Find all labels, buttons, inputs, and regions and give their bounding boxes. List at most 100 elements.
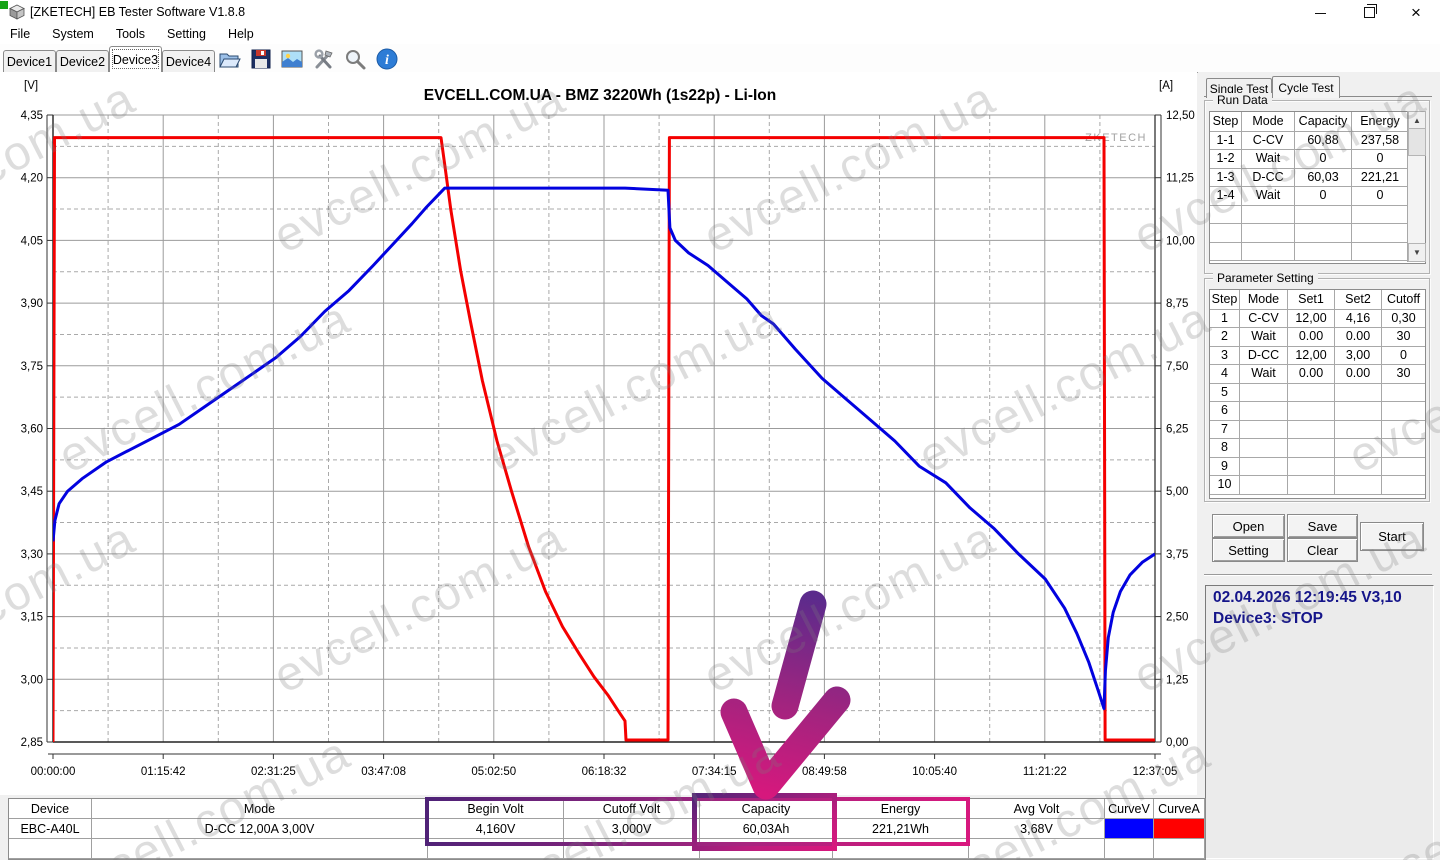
- annotation-arrow-down-icon: [720, 590, 851, 800]
- table-cell[interactable]: [1335, 419, 1382, 439]
- device-tab-strip: Device1 Device2 Device3 Device4 i: [0, 44, 1440, 73]
- image-export-button[interactable]: [279, 46, 305, 71]
- run-data-scrollbar[interactable]: ▲ ▼: [1407, 111, 1426, 262]
- table-cell[interactable]: 12,00: [1288, 308, 1335, 328]
- menu-item-tools[interactable]: Tools: [106, 25, 155, 43]
- info-button[interactable]: i: [374, 46, 400, 71]
- table-cell[interactable]: 2: [1210, 327, 1240, 347]
- table-cell[interactable]: [1288, 401, 1335, 421]
- table-cell[interactable]: [1382, 457, 1425, 476]
- menu-item-file[interactable]: File: [0, 25, 40, 43]
- table-cell[interactable]: [1240, 438, 1288, 458]
- table-cell[interactable]: 0.00: [1288, 364, 1335, 384]
- table-row: 10: [1210, 475, 1425, 495]
- table-cell: [1295, 241, 1352, 261]
- table-cell[interactable]: 30: [1382, 327, 1425, 347]
- right-axis-tick-label: 2,50: [1166, 612, 1188, 624]
- table-cell[interactable]: [1382, 420, 1425, 439]
- table-cell[interactable]: 9: [1210, 456, 1240, 476]
- table-cell[interactable]: [1335, 456, 1382, 476]
- table-cell[interactable]: [1335, 438, 1382, 458]
- table-cell[interactable]: [1288, 475, 1335, 495]
- tab-device4[interactable]: Device4: [162, 50, 215, 72]
- table-cell[interactable]: 10: [1210, 475, 1240, 495]
- table-cell[interactable]: 3: [1210, 345, 1240, 365]
- table-cell[interactable]: [1288, 456, 1335, 476]
- table-cell[interactable]: [1335, 401, 1382, 421]
- right-axis-tick-label: 5,00: [1166, 486, 1188, 498]
- table-cell[interactable]: 5: [1210, 382, 1240, 402]
- table-cell[interactable]: 0.00: [1288, 327, 1335, 347]
- table-cell[interactable]: 7: [1210, 419, 1240, 439]
- close-icon: ×: [1411, 2, 1421, 22]
- menu-item-setting[interactable]: Setting: [157, 25, 216, 43]
- table-cell: [1295, 223, 1352, 243]
- menu-item-system[interactable]: System: [42, 25, 104, 43]
- table-cell[interactable]: 4: [1210, 364, 1240, 384]
- table-cell[interactable]: 8: [1210, 438, 1240, 458]
- empty-cell: [969, 839, 1105, 859]
- table-cell[interactable]: [1240, 456, 1288, 476]
- column-header-avg-volt: Avg Volt: [969, 799, 1105, 819]
- right-axis-tick-label: 6,25: [1166, 424, 1188, 436]
- table-cell[interactable]: 0.00: [1335, 364, 1382, 384]
- table-cell[interactable]: [1382, 383, 1425, 402]
- x-axis-tick-label: 03:47:08: [361, 766, 406, 778]
- table-cell[interactable]: [1382, 475, 1425, 495]
- tab-cycle-test[interactable]: Cycle Test: [1272, 76, 1340, 98]
- table-cell[interactable]: [1288, 438, 1335, 458]
- left-axis-unit: [V]: [24, 80, 38, 92]
- tab-device1[interactable]: Device1: [3, 50, 56, 72]
- close-button[interactable]: ×: [1399, 0, 1433, 24]
- table-cell: Wait: [1242, 186, 1295, 206]
- table-cell[interactable]: 1: [1210, 308, 1240, 328]
- table-cell[interactable]: [1240, 401, 1288, 421]
- chart-title: EVCELL.COM.UA - BMZ 3220Wh (1s22p) - Li-…: [424, 87, 777, 104]
- table-cell[interactable]: [1288, 382, 1335, 402]
- table-cell[interactable]: Wait: [1240, 364, 1288, 384]
- separator-groove: [1204, 574, 1432, 576]
- minimize-button[interactable]: [1303, 0, 1337, 24]
- tools-button[interactable]: [311, 46, 337, 71]
- table-cell[interactable]: [1240, 419, 1288, 439]
- table-cell[interactable]: 6: [1210, 401, 1240, 421]
- table-cell[interactable]: [1382, 438, 1425, 458]
- open-folder-button[interactable]: [216, 46, 242, 71]
- table-cell[interactable]: 12,00: [1288, 345, 1335, 365]
- table-cell[interactable]: D-CC: [1240, 345, 1288, 365]
- zoom-button[interactable]: [342, 46, 368, 71]
- table-cell[interactable]: [1240, 382, 1288, 402]
- table-cell[interactable]: 3,00: [1335, 345, 1382, 365]
- table-cell[interactable]: 4,16: [1335, 308, 1382, 328]
- right-axis-tick-label: 7,50: [1166, 361, 1188, 373]
- table-cell: 0: [1352, 149, 1408, 169]
- table-cell[interactable]: [1288, 419, 1335, 439]
- screen-corner-artifact: [0, 1, 8, 9]
- open-button[interactable]: Open: [1212, 514, 1285, 538]
- menu-item-help[interactable]: Help: [218, 25, 264, 43]
- table-cell[interactable]: [1335, 475, 1382, 495]
- table-cell[interactable]: [1335, 382, 1382, 402]
- left-axis-tick-label: 4,05: [21, 235, 43, 247]
- table-cell[interactable]: Wait: [1240, 327, 1288, 347]
- start-button[interactable]: Start: [1360, 522, 1424, 551]
- table-cell[interactable]: C-CV: [1240, 308, 1288, 328]
- table-row: 1-2 Wait 0 0: [1210, 149, 1425, 169]
- table-cell[interactable]: 0: [1382, 346, 1425, 365]
- table-cell[interactable]: [1382, 401, 1425, 421]
- setting-button[interactable]: Setting: [1212, 538, 1285, 562]
- restore-button[interactable]: [1352, 0, 1386, 24]
- table-cell: [1242, 204, 1295, 224]
- save-floppy-button[interactable]: [248, 46, 274, 71]
- table-row: [1210, 223, 1425, 243]
- save-button[interactable]: Save: [1287, 514, 1358, 538]
- table-cell[interactable]: [1240, 475, 1288, 495]
- scroll-thumb[interactable]: [1408, 128, 1426, 156]
- table-cell[interactable]: 30: [1382, 364, 1425, 384]
- scroll-down-button[interactable]: ▼: [1408, 243, 1426, 262]
- table-cell[interactable]: 0.00: [1335, 327, 1382, 347]
- tab-device3[interactable]: Device3: [109, 46, 162, 72]
- clear-button[interactable]: Clear: [1287, 538, 1358, 562]
- table-cell[interactable]: 0,30: [1382, 309, 1425, 328]
- tab-device2[interactable]: Device2: [56, 50, 109, 72]
